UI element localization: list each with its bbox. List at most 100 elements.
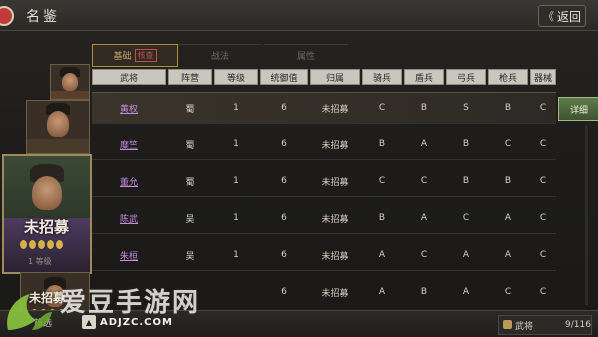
command-cell: 6 [281,213,287,223]
scrollbar[interactable] [585,125,588,305]
spear-cell: A [504,213,512,223]
generals-count: 武将 9/116 [498,315,592,335]
shield-cell: A [420,139,428,149]
siege-cell: C [539,213,547,223]
spear-cell: A [504,250,512,260]
level-cell: 1 [233,213,239,223]
archer-cell: A [462,287,470,297]
watermark-name: 爱豆手游网 [60,288,201,318]
shield-cell: B [420,287,428,297]
shield-cell: C [420,250,428,260]
level-cell: 1 [233,103,239,113]
cavalry-cell: A [378,287,386,297]
faction-cell: 吴 [185,251,195,262]
archer-cell: C [462,213,470,223]
status-cell: 未招募 [321,140,349,151]
tab-label: 基础 [113,52,132,62]
portrait-card[interactable] [50,64,90,100]
status-cell: 未招募 [321,214,349,225]
watermark-logo-icon [7,294,52,330]
tab-basic[interactable]: 基础 核查 [92,44,178,67]
archer-cell: A [462,250,470,260]
siege-cell: C [539,287,547,297]
spear-cell: C [504,139,512,149]
column-header[interactable]: 弓兵 [446,69,486,85]
column-header[interactable]: 等级 [214,69,258,85]
command-cell: 6 [281,176,287,186]
general-name[interactable]: 董允 [104,166,154,196]
status-cell: 未招募 [321,251,349,262]
cavalry-cell: B [378,139,386,149]
faction-cell: 蜀 [185,104,195,115]
top-bar: 名鉴 《 返回 [0,0,598,31]
spear-cell: B [504,103,512,113]
close-dot-icon[interactable] [0,6,14,26]
command-cell: 6 [281,139,287,149]
faction-cell: 吴 [185,214,195,225]
page-title: 名鉴 [26,9,60,25]
column-header[interactable]: 统御值 [260,69,308,85]
recruit-tag: 未招募 [24,218,70,236]
level-cell: 1 [233,139,239,149]
shield-cell: C [420,176,428,186]
generals-icon [503,320,512,329]
faction-cell: 蜀 [185,177,195,188]
command-cell: 6 [281,250,287,260]
column-header[interactable]: 武将 [92,69,166,85]
archer-cell: B [462,176,470,186]
portrait-card-selected[interactable]: 未招募 1 等级 [2,154,92,274]
level-cell: 1 [233,250,239,260]
siege-cell: C [539,139,547,149]
portrait-card[interactable] [26,100,90,154]
siege-cell: C [539,176,547,186]
column-header[interactable]: 阵营 [168,69,212,85]
shield-cell: B [420,103,428,113]
faction-cell: 蜀 [185,140,195,151]
table-row[interactable]: 黄权 蜀 1 6 未招募 C B S B C [92,92,556,124]
general-name[interactable]: 陈武 [104,203,154,233]
tab-badge: 核查 [134,49,157,62]
tab-bar: 基础 核查 战法 属性 [92,44,548,67]
shield-cell: A [420,213,428,223]
column-header[interactable]: 归属 [310,69,360,85]
cavalry-cell: C [378,176,386,186]
column-header[interactable]: 盾兵 [404,69,444,85]
tab-label: 战法 [210,52,229,62]
tab-label: 属性 [296,52,315,62]
table-row[interactable]: 朱桓 吴 1 6 未招募 A C A A C [92,240,556,271]
detail-button[interactable]: 详细 [558,97,598,121]
table-row[interactable]: 糜竺 蜀 1 6 未招募 B A B C C [92,129,556,160]
command-cell: 6 [281,287,287,297]
spear-cell: B [504,176,512,186]
siege-cell: C [539,250,547,260]
level-text: 1 等级 [28,257,52,266]
watermark-url: ADJZC.COM [100,317,173,328]
column-header[interactable]: 枪兵 [488,69,528,85]
chevron-left-icon: 《 [542,10,554,23]
general-name[interactable]: 黄权 [104,93,154,123]
generals-label: 武将 [515,321,534,332]
return-button[interactable]: 《 返回 [538,5,586,27]
status-cell: 未招募 [321,104,349,115]
spear-cell: C [504,287,512,297]
table-row[interactable]: 董允 蜀 1 6 未招募 C C B B C [92,166,556,197]
cavalry-cell: B [378,213,386,223]
archer-cell: B [462,139,470,149]
star-rating [20,240,63,249]
command-cell: 6 [281,103,287,113]
general-name[interactable]: 糜竺 [104,129,154,159]
column-header[interactable]: 骑兵 [362,69,402,85]
siege-cell: C [539,103,547,113]
cavalry-cell: A [378,250,386,260]
tab-attributes[interactable]: 属性 [264,44,348,66]
general-name[interactable]: 朱桓 [104,240,154,270]
game-screen: 名鉴 《 返回 未招募 1 等级 未招募 基础 核查 战法 属性 武将 阵营 等… [0,0,598,337]
level-cell: 1 [233,176,239,186]
cavalry-cell: C [378,103,386,113]
return-label: 返回 [556,9,581,24]
table-row[interactable]: 陈武 吴 1 6 未招募 B A C A C [92,203,556,234]
column-header[interactable]: 器械 [530,69,556,85]
status-cell: 未招募 [321,177,349,188]
status-cell: 未招募 [321,288,349,299]
tab-tactics[interactable]: 战法 [178,44,262,66]
